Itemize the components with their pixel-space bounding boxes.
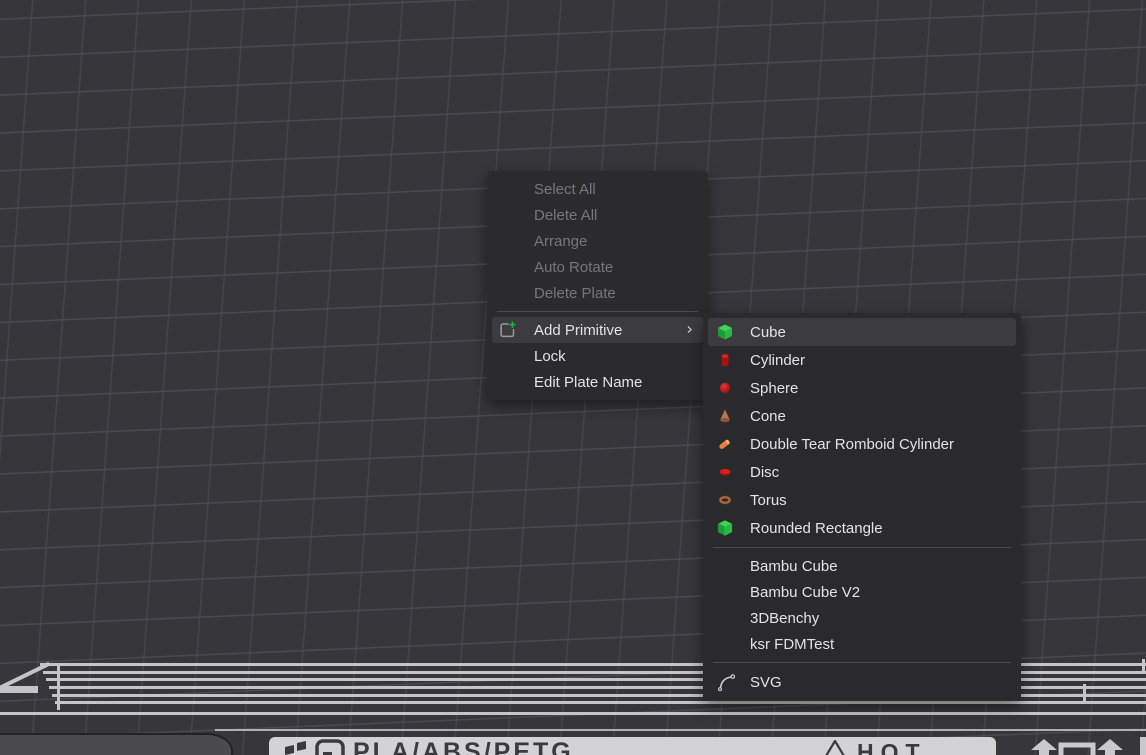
submenu-item-label: ksr FDMTest [750, 636, 834, 653]
add-primitive-icon [498, 321, 517, 340]
menu-item-select-all: Select All [492, 176, 703, 202]
plate-corner-tab [0, 733, 233, 755]
viewport[interactable]: PLA/ABS/PETG HOT Select All Delete All A… [0, 0, 1146, 755]
cone-icon [717, 408, 733, 424]
submenu-item-label: Disc [750, 464, 779, 481]
menu-item-add-primitive[interactable]: Add Primitive › [492, 317, 703, 343]
sphere-icon [717, 380, 733, 396]
rounded-rectangle-icon [717, 520, 733, 536]
submenu-item-label: Sphere [750, 380, 798, 397]
up-arrow-icon [1030, 739, 1058, 755]
cube-icon [717, 324, 733, 340]
menu-item-lock[interactable]: Lock [492, 343, 703, 369]
plate-corner-notch [1142, 659, 1145, 673]
plate-edge-line [0, 712, 1146, 716]
menu-item-label: Delete Plate [534, 285, 616, 302]
double-tear-romboid-cylinder-icon [717, 436, 733, 452]
partial-marking [1140, 737, 1146, 755]
submenu-separator [713, 547, 1011, 548]
plate-material-label: PLA/ABS/PETG [353, 740, 574, 755]
submenu-item-bambu-cube[interactable]: Bambu Cube [708, 553, 1016, 579]
menu-item-label: Delete All [534, 207, 597, 224]
menu-separator [497, 311, 698, 312]
plate-context-menu: Select All Delete All Arrange Auto Rotat… [487, 171, 708, 400]
bambu-logo-icon [283, 740, 309, 755]
submenu-item-ksr-fdmtest[interactable]: ksr FDMTest [708, 631, 1016, 657]
submenu-item-bambu-cube-v2[interactable]: Bambu Cube V2 [708, 579, 1016, 605]
submenu-item-label: Bambu Cube [750, 558, 838, 575]
plate-type-icon [315, 739, 345, 755]
cylinder-icon [717, 352, 733, 368]
submenu-separator [713, 662, 1011, 663]
torus-icon [717, 492, 733, 508]
plate-edge-line [55, 701, 1146, 704]
submenu-item-label: SVG [750, 674, 782, 691]
submenu-item-label: Rounded Rectangle [750, 520, 883, 537]
submenu-item-svg[interactable]: SVG [708, 668, 1016, 696]
menu-item-label: Lock [534, 348, 566, 365]
submenu-item-label: Double Tear Romboid Cylinder [750, 436, 954, 453]
submenu-item-sphere[interactable]: Sphere [708, 374, 1016, 402]
submenu-item-cone[interactable]: Cone [708, 402, 1016, 430]
menu-item-delete-all: Delete All [492, 202, 703, 228]
plate-edge-block [0, 686, 38, 693]
menu-item-delete-plate: Delete Plate [492, 280, 703, 306]
add-primitive-submenu: Cube Cylinder Sphere Cone Double Tear Ro… [703, 313, 1021, 701]
chevron-right-icon: › [686, 322, 693, 339]
menu-item-label: Edit Plate Name [534, 374, 642, 391]
warning-triangle-icon [821, 739, 849, 755]
submenu-item-label: Cylinder [750, 352, 805, 369]
submenu-item-label: Bambu Cube V2 [750, 584, 860, 601]
plate-edge-line [57, 663, 60, 710]
menu-item-label: Select All [534, 181, 596, 198]
up-arrow-icon [1096, 739, 1124, 755]
menu-item-auto-rotate: Auto Rotate [492, 254, 703, 280]
svg-bezier-icon [717, 672, 737, 692]
submenu-item-label: Torus [750, 492, 787, 509]
menu-item-label: Add Primitive [534, 322, 622, 339]
submenu-item-cylinder[interactable]: Cylinder [708, 346, 1016, 374]
submenu-item-disc[interactable]: Disc [708, 458, 1016, 486]
plate-edge-line [215, 729, 1146, 731]
menu-item-arrange: Arrange [492, 228, 703, 254]
submenu-item-label: Cone [750, 408, 786, 425]
menu-item-label: Auto Rotate [534, 259, 613, 276]
submenu-item-double-tear-romboid-cylinder[interactable]: Double Tear Romboid Cylinder [708, 430, 1016, 458]
submenu-item-rounded-rectangle[interactable]: Rounded Rectangle [708, 514, 1016, 542]
plate-label-bar: PLA/ABS/PETG HOT [269, 737, 996, 755]
square-outline-icon [1058, 742, 1096, 755]
disc-icon [717, 464, 733, 480]
plate-hot-warning: HOT [857, 741, 927, 755]
submenu-item-label: Cube [750, 324, 786, 341]
plate-corner-notch [1083, 684, 1086, 702]
menu-item-label: Arrange [534, 233, 587, 250]
submenu-item-label: 3DBenchy [750, 610, 819, 627]
submenu-item-torus[interactable]: Torus [708, 486, 1016, 514]
submenu-item-3dbenchy[interactable]: 3DBenchy [708, 605, 1016, 631]
submenu-item-cube[interactable]: Cube [708, 318, 1016, 346]
menu-item-edit-plate-name[interactable]: Edit Plate Name [492, 369, 703, 395]
